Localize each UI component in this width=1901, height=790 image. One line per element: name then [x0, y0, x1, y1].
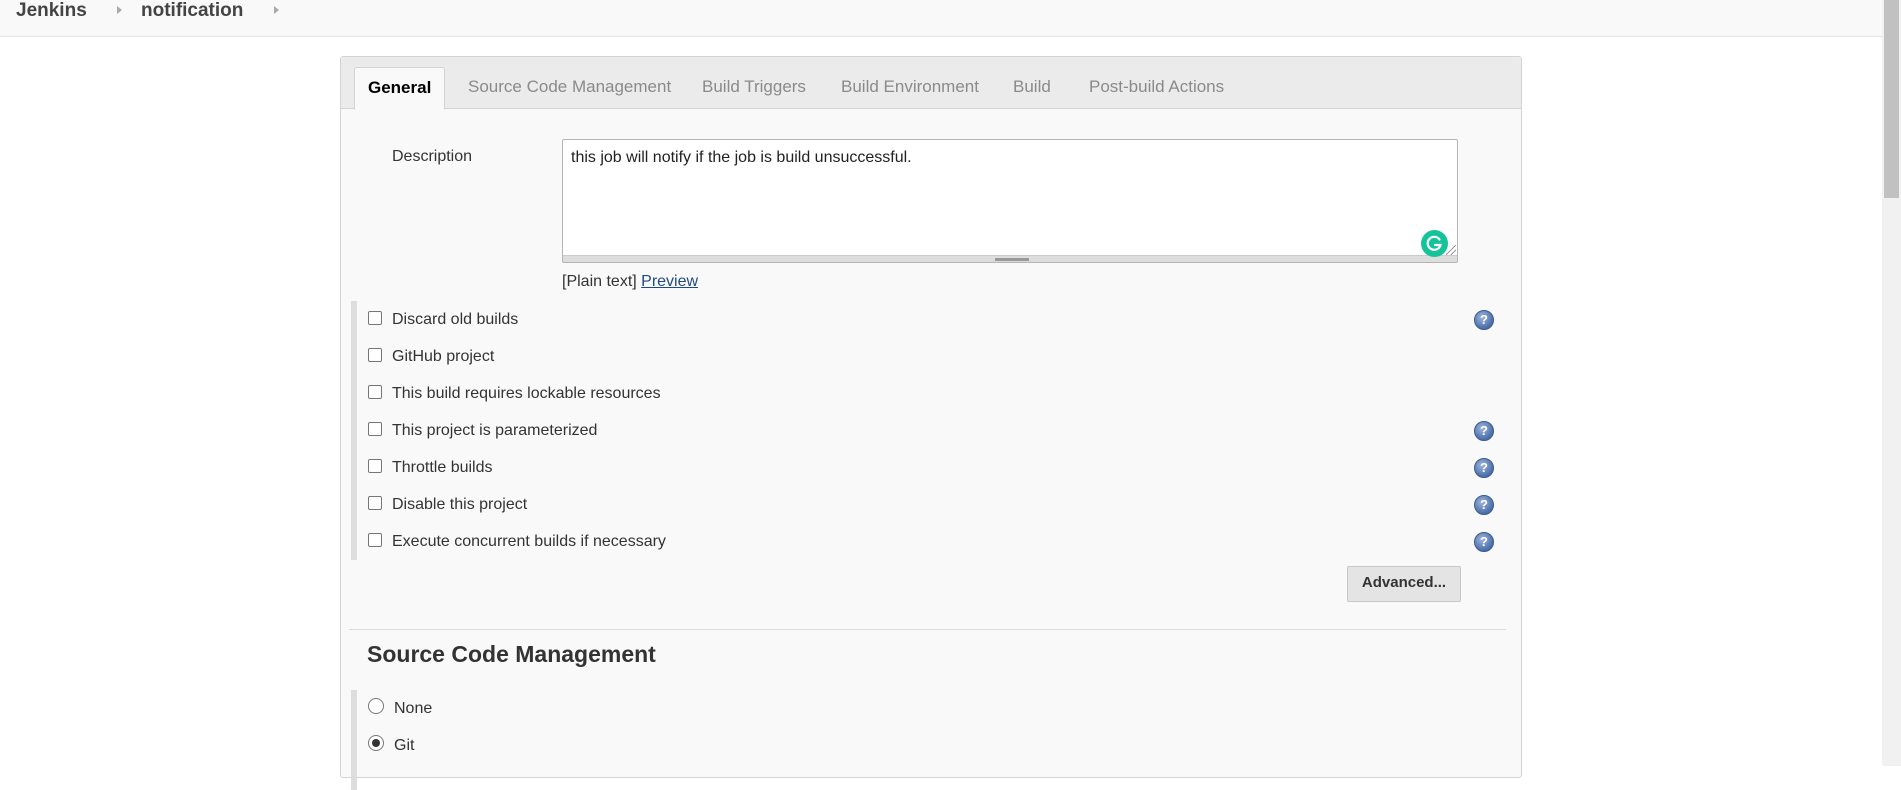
format-hint: [Plain text] Preview	[562, 273, 698, 291]
section-divider	[349, 629, 1506, 630]
scrollbar-thumb[interactable]	[1884, 0, 1899, 198]
discard-old-builds-label: Discard old builds	[392, 311, 519, 328]
help-icon[interactable]: ?	[1474, 532, 1494, 552]
tab-post-build-actions[interactable]: Post-build Actions	[1089, 67, 1224, 107]
grip-handle-icon[interactable]	[995, 258, 1029, 261]
github-project-checkbox[interactable]	[368, 348, 382, 362]
concurrent-builds-checkbox[interactable]	[368, 533, 382, 547]
throttle-builds-checkbox[interactable]	[368, 459, 382, 473]
help-icon[interactable]: ?	[1474, 495, 1494, 515]
breadcrumb-jenkins[interactable]: Jenkins	[16, 0, 87, 22]
parameterized-label: This project is parameterized	[392, 422, 598, 439]
tab-build-triggers[interactable]: Build Triggers	[702, 67, 806, 107]
disable-project-checkbox[interactable]	[368, 496, 382, 510]
description-textarea[interactable]: this job will notify if the job is build…	[562, 139, 1458, 263]
tab-build[interactable]: Build	[1013, 67, 1051, 107]
textarea-resize-bar[interactable]	[563, 255, 1457, 262]
disable-project-label: Disable this project	[392, 496, 528, 513]
scm-section-bar	[351, 690, 357, 790]
github-project-label: GitHub project	[392, 348, 495, 365]
preview-link[interactable]: Preview	[641, 273, 698, 290]
scm-git-label: Git	[394, 737, 415, 754]
grammarly-icon[interactable]	[1421, 230, 1448, 257]
concurrent-builds-label: Execute concurrent builds if necessary	[392, 533, 666, 550]
scm-none-label: None	[394, 700, 433, 717]
advanced-button[interactable]: Advanced...	[1347, 566, 1461, 602]
config-tabbar: General Source Code Management Build Tri…	[341, 57, 1521, 110]
scm-section-title: Source Code Management	[367, 641, 656, 667]
lockable-resources-label: This build requires lockable resources	[392, 385, 661, 402]
scm-none-radio[interactable]	[368, 698, 384, 714]
description-label: Description	[392, 148, 473, 165]
breadcrumb-job[interactable]: notification	[141, 0, 243, 22]
discard-old-builds-checkbox[interactable]	[368, 311, 382, 325]
breadcrumb-separator-icon[interactable]	[117, 6, 122, 14]
breadcrumb: Jenkins notification	[0, 0, 1882, 37]
help-icon[interactable]: ?	[1474, 421, 1494, 441]
format-prefix: [Plain text]	[562, 273, 637, 290]
help-icon[interactable]: ?	[1474, 310, 1494, 330]
help-icon[interactable]: ?	[1474, 458, 1494, 478]
tab-general[interactable]: General	[354, 67, 446, 110]
tab-build-environment[interactable]: Build Environment	[841, 67, 979, 107]
page-scrollbar[interactable]	[1882, 0, 1901, 766]
scm-git-radio[interactable]	[368, 735, 384, 751]
description-text: this job will notify if the job is build…	[571, 149, 912, 166]
config-panel: General Source Code Management Build Tri…	[340, 56, 1522, 790]
breadcrumb-separator-icon[interactable]	[274, 6, 279, 14]
tab-source-code-management[interactable]: Source Code Management	[468, 67, 671, 107]
parameterized-checkbox[interactable]	[368, 422, 382, 436]
lockable-resources-checkbox[interactable]	[368, 385, 382, 399]
options-section-bar	[351, 301, 357, 560]
throttle-builds-label: Throttle builds	[392, 459, 493, 476]
